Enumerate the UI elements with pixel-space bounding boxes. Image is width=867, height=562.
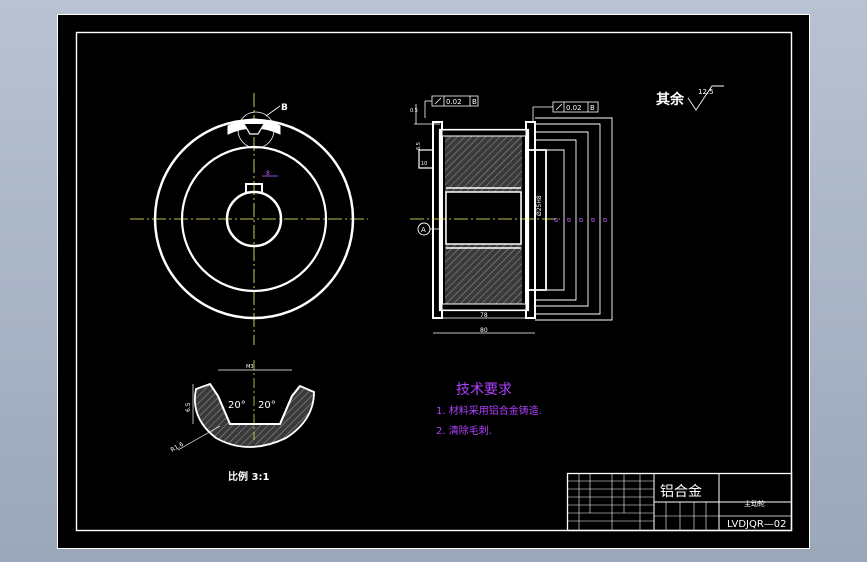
flange-dim-1: 10 [421, 161, 427, 167]
detail-b-label: B [281, 103, 288, 113]
cad-drawing-canvas: 8 B Ø Ø Ø Ø Ø Ø25H8 78 80 0.5 6.5 10 A 0… [57, 14, 810, 549]
teeth-top [441, 129, 527, 137]
detail-angle-right: 20° [258, 400, 276, 411]
requirement-item-1: 1. 材料采用铝合金铸造. [436, 404, 542, 417]
detail-top-dim-label: M3 [246, 364, 254, 370]
teeth-bottom [441, 303, 527, 311]
width-outer-label: 80 [480, 327, 488, 334]
dia-label-1: Ø [553, 217, 560, 222]
requirements-heading: 技术要求 [456, 382, 512, 398]
left-small-dim: 0.5 [410, 108, 418, 114]
roughness-value: 12.5 [698, 88, 714, 96]
roughness-note-label: 其余 [656, 91, 685, 108]
dia-label-2: Ø [566, 217, 573, 222]
width-inner-label: 78 [480, 312, 488, 319]
datum-a-label: A [421, 226, 426, 234]
title-part-name: 主动轮 [744, 499, 765, 508]
dia-label-3: Ø [578, 217, 585, 222]
title-drawing-no: LVDJQR—02 [727, 519, 787, 530]
dia-label-5: Ø [602, 217, 609, 222]
title-material: 铝合金 [660, 484, 702, 500]
detail-angle-left: 20° [228, 400, 246, 411]
tol-right-datum: B [590, 104, 595, 112]
keyway-dim-text: 8 [266, 170, 270, 177]
detail-depth-label: 6.5 [185, 402, 192, 412]
requirement-item-2: 2. 清除毛刺. [436, 424, 492, 437]
dia-label-4: Ø [590, 217, 597, 222]
flange-dim-2: 6.5 [416, 142, 422, 150]
scale-label: 比例 3:1 [228, 470, 269, 483]
tol-left-datum: B [472, 98, 477, 106]
tol-right-value: 0.02 [566, 104, 582, 112]
bore-dim-label: Ø25H8 [536, 195, 543, 216]
bore-section [445, 191, 522, 245]
tol-left-value: 0.02 [446, 98, 462, 106]
